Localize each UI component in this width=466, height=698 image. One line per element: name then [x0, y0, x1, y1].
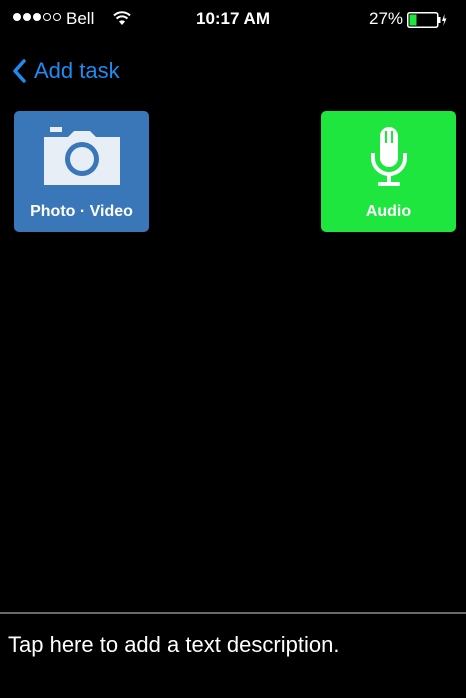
microphone-icon — [370, 127, 407, 186]
back-button-label: Add task — [34, 58, 120, 83]
camera-icon — [43, 127, 120, 185]
chevron-left-icon — [13, 59, 26, 83]
audio-label: Audio — [365, 203, 412, 220]
photo-video-button[interactable]: Photo · Video — [14, 111, 149, 232]
photo-video-label: Photo · Video — [30, 203, 133, 220]
audio-button[interactable]: Audio — [321, 111, 456, 232]
charging-bolt-icon — [442, 14, 447, 26]
back-button[interactable]: Add task — [12, 54, 120, 88]
description-placeholder: Tap here to add a text description. — [8, 632, 340, 657]
text-description-field[interactable]: Tap here to add a text description. — [0, 612, 466, 698]
battery-icon — [407, 12, 447, 28]
battery-fill — [409, 14, 417, 26]
battery-percent: 27% — [369, 9, 404, 28]
status-bar: Bell 10:17 AM 27% — [0, 0, 466, 46]
